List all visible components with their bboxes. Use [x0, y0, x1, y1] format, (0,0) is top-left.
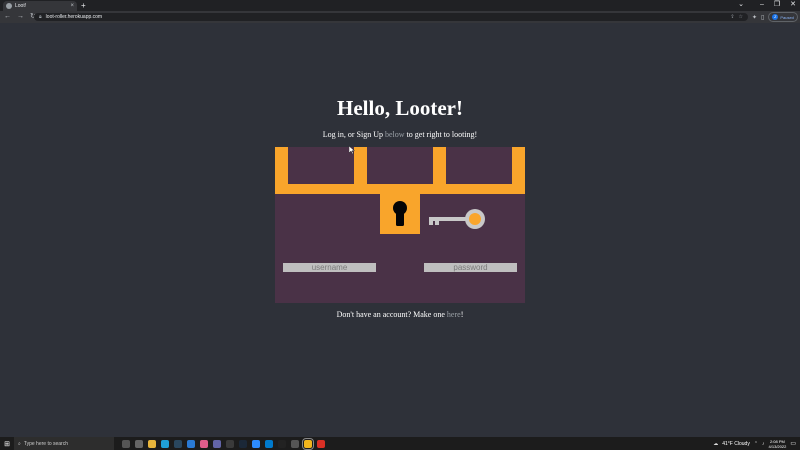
- task-view-icon[interactable]: [122, 439, 130, 448]
- browser-toolbar: ← → ↻ 🔒︎ loot-roller.herokuapp.com ⇪ ☆ ✦…: [0, 11, 800, 23]
- weather-text[interactable]: 41°F Cloudy: [722, 441, 750, 447]
- navigation-buttons: ← → ↻: [4, 12, 36, 22]
- tab-search-icon[interactable]: ⌄: [738, 0, 744, 10]
- close-window-button[interactable]: ✕: [790, 0, 796, 10]
- page-heading: Hello, Looter!: [337, 96, 463, 120]
- chest-lid-panel-middle: [367, 147, 433, 184]
- record-icon[interactable]: [317, 439, 325, 448]
- tab-close-icon[interactable]: ×: [70, 3, 74, 9]
- window-controls: ⌄ – ❐ ✕: [738, 0, 796, 10]
- teams-icon[interactable]: [213, 439, 221, 448]
- mouse-cursor-icon: [349, 146, 355, 154]
- steam-icon[interactable]: [174, 439, 182, 448]
- url-text[interactable]: loot-roller.herokuapp.com: [46, 14, 102, 20]
- signup-here-link[interactable]: here: [447, 310, 461, 319]
- maximize-button[interactable]: ❐: [774, 0, 780, 10]
- browser-tab-strip: Loot! × + ⌄ – ❐ ✕: [0, 0, 800, 11]
- signup-text-end: !: [460, 310, 464, 319]
- browser-tab[interactable]: Loot! ×: [3, 1, 77, 11]
- store-icon[interactable]: [187, 439, 195, 448]
- file-explorer-icon[interactable]: [148, 439, 156, 448]
- toolbar-actions: ✦ ▯ Z Paused ⋮: [752, 12, 800, 22]
- terminal-icon[interactable]: [226, 439, 234, 448]
- edge-icon[interactable]: [161, 439, 169, 448]
- intro-text-start: Log in, or Sign Up: [322, 130, 385, 139]
- extensions-icon[interactable]: ✦: [752, 14, 757, 21]
- taskbar-search-placeholder: Type here to search: [23, 440, 69, 447]
- address-bar[interactable]: 🔒︎ loot-roller.herokuapp.com ⇪ ☆: [34, 13, 748, 21]
- back-arrow-icon[interactable]: ←: [4, 12, 11, 22]
- profile-button[interactable]: Z Paused: [768, 12, 798, 22]
- username-input[interactable]: [283, 263, 376, 272]
- taskbar-apps: [122, 437, 325, 450]
- lock-icon[interactable]: 🔒︎: [39, 14, 42, 20]
- widgets-icon[interactable]: [135, 439, 143, 448]
- below-link[interactable]: below: [385, 130, 405, 139]
- signup-text-start: Don't have an account? Make one: [336, 310, 447, 319]
- system-tray: ☁ 41°F Cloudy ⌃ ♪ 2:08 PM 4/13/2022 ▭: [713, 439, 800, 449]
- star-icon[interactable]: ☆: [739, 14, 743, 20]
- password-input[interactable]: [424, 263, 517, 272]
- key-icon: [429, 209, 485, 229]
- avatar: Z: [772, 14, 779, 20]
- side-panel-icon[interactable]: ▯: [761, 14, 764, 21]
- steam-2-icon[interactable]: [239, 439, 247, 448]
- taskbar: ⊞ ⌕ Type here to search ☁ 41°F Cloudy ⌃ …: [0, 437, 800, 450]
- search-icon: ⌕: [18, 440, 21, 447]
- volume-icon[interactable]: ♪: [762, 441, 765, 447]
- forward-arrow-icon[interactable]: →: [17, 12, 24, 22]
- keyhole-icon: [393, 201, 407, 226]
- cloud-icon: ☁: [713, 440, 719, 447]
- clock[interactable]: 2:08 PM 4/13/2022: [769, 439, 787, 449]
- chrome-icon[interactable]: [302, 437, 314, 450]
- chest-lid-panel-left: [288, 147, 354, 184]
- vscode-icon[interactable]: [265, 439, 273, 448]
- chest-lid-panel-right: [446, 147, 512, 184]
- intro-text-end: to get right to looting!: [404, 130, 478, 139]
- notification-icon[interactable]: ▭: [790, 440, 796, 447]
- unity-icon[interactable]: [291, 439, 299, 448]
- taskbar-search[interactable]: ⌕ Type here to search: [14, 437, 114, 450]
- windows-start-icon[interactable]: ⊞: [0, 440, 14, 448]
- minimize-button[interactable]: –: [760, 0, 764, 10]
- profile-status: Paused: [780, 14, 794, 20]
- discord-app-icon[interactable]: [200, 439, 208, 448]
- signup-prompt: Don't have an account? Make one here!: [0, 310, 800, 319]
- intro-text: Log in, or Sign Up below to get right to…: [0, 130, 800, 139]
- treasure-chest-login: [275, 147, 525, 303]
- tray-chevron-icon[interactable]: ⌃: [754, 441, 758, 447]
- new-tab-button[interactable]: +: [81, 1, 86, 10]
- tab-favicon-icon: [6, 3, 12, 9]
- chest-lock-plate: [380, 194, 420, 234]
- share-icon[interactable]: ⇪: [730, 14, 734, 20]
- tab-title: Loot!: [15, 3, 27, 9]
- game-icon[interactable]: [278, 439, 286, 448]
- zoom-icon[interactable]: [252, 439, 260, 448]
- clock-date: 4/13/2022: [768, 443, 787, 449]
